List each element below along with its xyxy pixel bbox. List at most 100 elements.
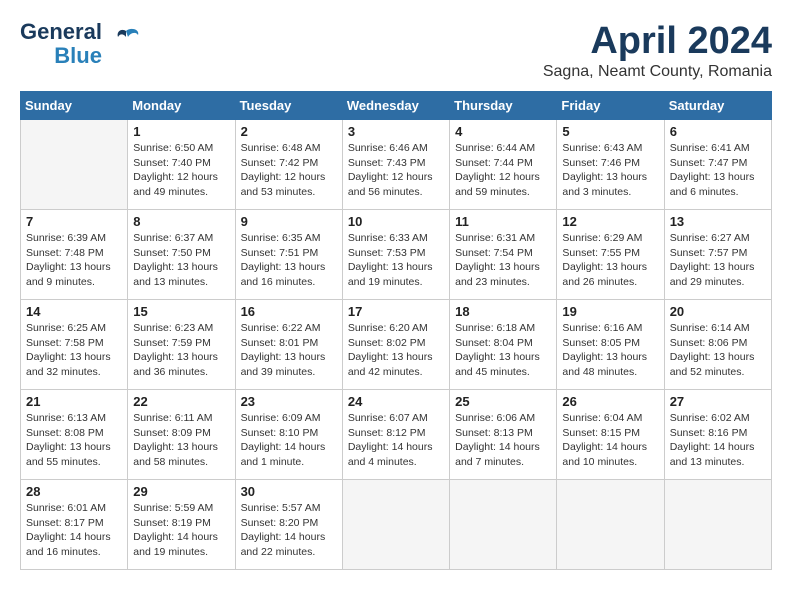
day-info: Sunrise: 6:18 AM Sunset: 8:04 PM Dayligh… bbox=[455, 321, 551, 380]
day-number: 1 bbox=[133, 124, 229, 139]
day-number: 28 bbox=[26, 484, 122, 499]
day-number: 27 bbox=[670, 394, 766, 409]
calendar-cell: 17Sunrise: 6:20 AM Sunset: 8:02 PM Dayli… bbox=[342, 300, 449, 390]
day-info: Sunrise: 6:31 AM Sunset: 7:54 PM Dayligh… bbox=[455, 231, 551, 290]
page-header: General Blue April 2024 Sagna, Neamt Cou… bbox=[20, 20, 772, 81]
calendar-cell: 2 Sunrise: 6:48 AM Sunset: 7:42 PM Daylig… bbox=[235, 120, 342, 210]
calendar-cell: 16 Sunrise: 6:22 AM Sunset: 8:01 PM Dayli… bbox=[235, 300, 342, 390]
week-row-3: 14Sunrise: 6:25 AM Sunset: 7:58 PM Dayli… bbox=[21, 300, 772, 390]
day-info: Sunrise: 6:02 AM Sunset: 8:16 PM Dayligh… bbox=[670, 411, 766, 470]
day-info: Sunrise: 6:43 AM Sunset: 7:46 PM Dayligh… bbox=[562, 141, 658, 200]
column-header-monday: Monday bbox=[128, 92, 235, 120]
week-row-1: 1 Sunrise: 6:50 AM Sunset: 7:40 PM Daylig… bbox=[21, 120, 772, 210]
calendar-cell bbox=[557, 480, 664, 570]
calendar-cell bbox=[664, 480, 771, 570]
calendar-cell: 23 Sunrise: 6:09 AM Sunset: 8:10 PM Dayli… bbox=[235, 390, 342, 480]
column-header-friday: Friday bbox=[557, 92, 664, 120]
day-info: Sunrise: 6:41 AM Sunset: 7:47 PM Dayligh… bbox=[670, 141, 766, 200]
day-number: 12 bbox=[562, 214, 658, 229]
day-number: 5 bbox=[562, 124, 658, 139]
logo-general: General bbox=[20, 20, 102, 44]
day-info: Sunrise: 6:35 AM Sunset: 7:51 PM Dayligh… bbox=[241, 231, 337, 290]
calendar-cell: 11 Sunrise: 6:31 AM Sunset: 7:54 PM Dayli… bbox=[450, 210, 557, 300]
day-number: 7 bbox=[26, 214, 122, 229]
day-info: Sunrise: 5:59 AM Sunset: 8:19 PM Dayligh… bbox=[133, 501, 229, 560]
day-info: Sunrise: 6:13 AM Sunset: 8:08 PM Dayligh… bbox=[26, 411, 122, 470]
day-number: 15 bbox=[133, 304, 229, 319]
calendar-cell: 21 Sunrise: 6:13 AM Sunset: 8:08 PM Dayli… bbox=[21, 390, 128, 480]
calendar-cell: 25 Sunrise: 6:06 AM Sunset: 8:13 PM Dayli… bbox=[450, 390, 557, 480]
day-number: 4 bbox=[455, 124, 551, 139]
calendar-cell: 13 Sunrise: 6:27 AM Sunset: 7:57 PM Dayli… bbox=[664, 210, 771, 300]
day-info: Sunrise: 6:11 AM Sunset: 8:09 PM Dayligh… bbox=[133, 411, 229, 470]
title-section: April 2024 Sagna, Neamt County, Romania bbox=[543, 20, 772, 81]
calendar-cell: 15Sunrise: 6:23 AM Sunset: 7:59 PM Dayli… bbox=[128, 300, 235, 390]
day-number: 19 bbox=[562, 304, 658, 319]
day-number: 2 bbox=[241, 124, 337, 139]
day-number: 23 bbox=[241, 394, 337, 409]
day-number: 30 bbox=[241, 484, 337, 499]
day-number: 9 bbox=[241, 214, 337, 229]
day-info: Sunrise: 6:07 AM Sunset: 8:12 PM Dayligh… bbox=[348, 411, 444, 470]
logo-bird-icon bbox=[108, 23, 144, 66]
calendar-cell bbox=[21, 120, 128, 210]
calendar-cell: 28Sunrise: 6:01 AM Sunset: 8:17 PM Dayli… bbox=[21, 480, 128, 570]
calendar-cell: 22Sunrise: 6:11 AM Sunset: 8:09 PM Dayli… bbox=[128, 390, 235, 480]
week-row-5: 28Sunrise: 6:01 AM Sunset: 8:17 PM Dayli… bbox=[21, 480, 772, 570]
logo-blue: Blue bbox=[54, 44, 102, 68]
day-info: Sunrise: 6:22 AM Sunset: 8:01 PM Dayligh… bbox=[241, 321, 337, 380]
day-number: 21 bbox=[26, 394, 122, 409]
calendar-cell: 6 Sunrise: 6:41 AM Sunset: 7:47 PM Daylig… bbox=[664, 120, 771, 210]
calendar-cell: 18Sunrise: 6:18 AM Sunset: 8:04 PM Dayli… bbox=[450, 300, 557, 390]
day-number: 6 bbox=[670, 124, 766, 139]
calendar-cell: 12Sunrise: 6:29 AM Sunset: 7:55 PM Dayli… bbox=[557, 210, 664, 300]
day-number: 8 bbox=[133, 214, 229, 229]
day-number: 13 bbox=[670, 214, 766, 229]
calendar-cell: 3Sunrise: 6:46 AM Sunset: 7:43 PM Daylig… bbox=[342, 120, 449, 210]
day-number: 26 bbox=[562, 394, 658, 409]
location-subtitle: Sagna, Neamt County, Romania bbox=[543, 63, 772, 81]
calendar-cell: 9 Sunrise: 6:35 AM Sunset: 7:51 PM Daylig… bbox=[235, 210, 342, 300]
month-year-title: April 2024 bbox=[543, 20, 772, 63]
calendar-cell: 20 Sunrise: 6:14 AM Sunset: 8:06 PM Dayli… bbox=[664, 300, 771, 390]
day-info: Sunrise: 6:09 AM Sunset: 8:10 PM Dayligh… bbox=[241, 411, 337, 470]
day-info: Sunrise: 6:39 AM Sunset: 7:48 PM Dayligh… bbox=[26, 231, 122, 290]
calendar-cell: 1 Sunrise: 6:50 AM Sunset: 7:40 PM Daylig… bbox=[128, 120, 235, 210]
day-number: 29 bbox=[133, 484, 229, 499]
day-info: Sunrise: 6:16 AM Sunset: 8:05 PM Dayligh… bbox=[562, 321, 658, 380]
week-row-2: 7 Sunrise: 6:39 AM Sunset: 7:48 PM Daylig… bbox=[21, 210, 772, 300]
logo: General Blue bbox=[20, 20, 144, 68]
day-info: Sunrise: 6:44 AM Sunset: 7:44 PM Dayligh… bbox=[455, 141, 551, 200]
day-number: 11 bbox=[455, 214, 551, 229]
column-header-wednesday: Wednesday bbox=[342, 92, 449, 120]
day-info: Sunrise: 5:57 AM Sunset: 8:20 PM Dayligh… bbox=[241, 501, 337, 560]
calendar-cell: 7 Sunrise: 6:39 AM Sunset: 7:48 PM Daylig… bbox=[21, 210, 128, 300]
day-number: 24 bbox=[348, 394, 444, 409]
calendar-cell: 29 Sunrise: 5:59 AM Sunset: 8:19 PM Dayli… bbox=[128, 480, 235, 570]
calendar-cell: 24 Sunrise: 6:07 AM Sunset: 8:12 PM Dayli… bbox=[342, 390, 449, 480]
day-info: Sunrise: 6:04 AM Sunset: 8:15 PM Dayligh… bbox=[562, 411, 658, 470]
calendar-cell bbox=[450, 480, 557, 570]
day-number: 17 bbox=[348, 304, 444, 319]
day-number: 25 bbox=[455, 394, 551, 409]
day-info: Sunrise: 6:27 AM Sunset: 7:57 PM Dayligh… bbox=[670, 231, 766, 290]
calendar-cell bbox=[342, 480, 449, 570]
day-info: Sunrise: 6:14 AM Sunset: 8:06 PM Dayligh… bbox=[670, 321, 766, 380]
calendar-cell: 5 Sunrise: 6:43 AM Sunset: 7:46 PM Daylig… bbox=[557, 120, 664, 210]
day-info: Sunrise: 6:50 AM Sunset: 7:40 PM Dayligh… bbox=[133, 141, 229, 200]
day-info: Sunrise: 6:06 AM Sunset: 8:13 PM Dayligh… bbox=[455, 411, 551, 470]
column-header-thursday: Thursday bbox=[450, 92, 557, 120]
week-row-4: 21 Sunrise: 6:13 AM Sunset: 8:08 PM Dayli… bbox=[21, 390, 772, 480]
day-number: 16 bbox=[241, 304, 337, 319]
calendar-cell: 14Sunrise: 6:25 AM Sunset: 7:58 PM Dayli… bbox=[21, 300, 128, 390]
calendar-cell: 8Sunrise: 6:37 AM Sunset: 7:50 PM Daylig… bbox=[128, 210, 235, 300]
calendar-cell: 19 Sunrise: 6:16 AM Sunset: 8:05 PM Dayli… bbox=[557, 300, 664, 390]
day-info: Sunrise: 6:25 AM Sunset: 7:58 PM Dayligh… bbox=[26, 321, 122, 380]
column-header-saturday: Saturday bbox=[664, 92, 771, 120]
day-info: Sunrise: 6:48 AM Sunset: 7:42 PM Dayligh… bbox=[241, 141, 337, 200]
day-number: 20 bbox=[670, 304, 766, 319]
day-number: 10 bbox=[348, 214, 444, 229]
calendar-table: SundayMondayTuesdayWednesdayThursdayFrid… bbox=[20, 91, 772, 570]
calendar-cell: 10Sunrise: 6:33 AM Sunset: 7:53 PM Dayli… bbox=[342, 210, 449, 300]
calendar-cell: 30 Sunrise: 5:57 AM Sunset: 8:20 PM Dayli… bbox=[235, 480, 342, 570]
